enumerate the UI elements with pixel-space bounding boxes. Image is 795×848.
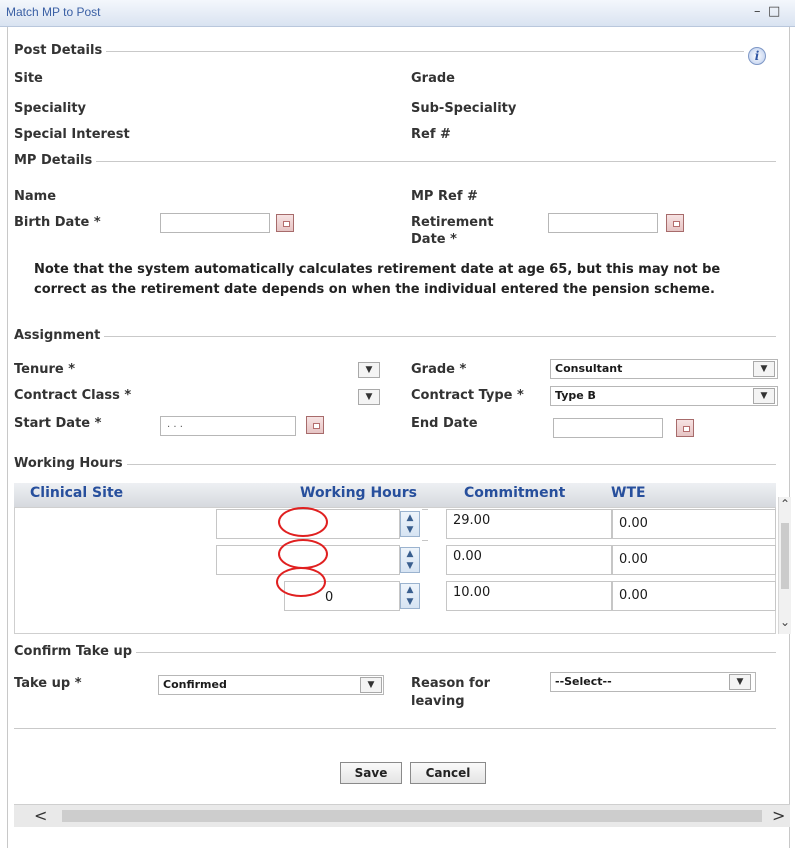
ref-label: Ref #: [411, 127, 451, 142]
retirement-note: Note that the system automatically calcu…: [34, 260, 784, 300]
column-header-commitment[interactable]: Commitment: [464, 485, 565, 501]
commitment-cell: 0.00: [446, 545, 612, 575]
take-up-select[interactable]: Confirmed: [158, 675, 384, 695]
site-label: Site: [14, 71, 43, 86]
retirement-date-label-line2: Date *: [411, 232, 457, 247]
spinner-icon[interactable]: ▲ ▼: [400, 511, 420, 537]
birth-date-input[interactable]: [160, 213, 270, 233]
chevron-down-icon[interactable]: ▼: [729, 674, 751, 690]
calendar-icon[interactable]: [306, 416, 324, 434]
special-interest-label: Special Interest: [14, 127, 130, 142]
post-grade-label: Grade: [411, 71, 455, 86]
chevron-down-icon[interactable]: ▼: [358, 389, 380, 405]
calendar-icon[interactable]: [276, 214, 294, 232]
cancel-button[interactable]: Cancel: [410, 762, 486, 784]
assignment-heading: Assignment: [14, 328, 105, 343]
retirement-date-label-line1: Retirement: [411, 215, 494, 230]
chevron-left-icon[interactable]: <: [34, 806, 47, 825]
reason-for-leaving-select[interactable]: --Select--: [550, 672, 756, 692]
post-details-heading: Post Details: [14, 43, 107, 58]
section-divider: [14, 464, 776, 465]
section-divider: [14, 728, 776, 729]
take-up-select-value: Confirmed: [163, 678, 227, 691]
note-line: Note that the system automatically calcu…: [34, 262, 721, 277]
section-divider: [14, 161, 776, 162]
mp-ref-label: MP Ref #: [411, 189, 478, 204]
confirm-take-up-heading: Confirm Take up: [14, 644, 137, 659]
chevron-down-icon[interactable]: ▼: [753, 388, 775, 404]
grade-select[interactable]: Consultant: [550, 359, 778, 379]
contract-class-label: Contract Class *: [14, 388, 132, 403]
start-date-label: Start Date *: [14, 416, 102, 431]
chevron-down-icon[interactable]: ⌄: [780, 615, 790, 629]
chevron-right-icon[interactable]: >: [772, 806, 785, 825]
scrollbar-thumb[interactable]: [62, 810, 762, 822]
grid-header: Clinical Site Working Hours Commitment W…: [14, 483, 776, 508]
reason-for-leaving-label-line2: leaving: [411, 694, 465, 709]
dialog-frame: [7, 27, 790, 848]
name-label: Name: [14, 189, 57, 204]
note-line: correct as the retirement date depends o…: [34, 282, 715, 297]
grid-vertical-scrollbar[interactable]: ⌃ ⌄: [778, 497, 791, 634]
speciality-label: Speciality: [14, 101, 87, 116]
column-header-wte[interactable]: WTE: [611, 485, 646, 501]
highlight-oval: [276, 567, 326, 597]
end-date-input[interactable]: [553, 418, 663, 438]
wte-cell: 0.00: [612, 509, 776, 539]
horizontal-scrollbar[interactable]: < >: [14, 804, 790, 827]
calendar-icon[interactable]: [676, 419, 694, 437]
commitment-cell: 29.00: [446, 509, 612, 539]
chevron-down-icon[interactable]: ▼: [360, 677, 382, 693]
wte-cell: 0.00: [612, 545, 776, 575]
mp-details-heading: MP Details: [14, 153, 97, 168]
table-row[interactable]: 0 ▲ ▼ 10.00 0.00: [14, 567, 776, 615]
end-date-label: End Date: [411, 416, 478, 431]
window-title: Match MP to Post: [6, 5, 101, 19]
wte-cell: 0.00: [612, 581, 776, 611]
contract-type-select[interactable]: Type B: [550, 386, 778, 406]
chevron-down-icon[interactable]: ▼: [753, 361, 775, 377]
birth-date-label: Birth Date *: [14, 215, 101, 230]
take-up-label: Take up *: [14, 676, 82, 691]
chevron-up-icon[interactable]: ⌃: [780, 497, 790, 511]
cell-spacer: [422, 509, 428, 541]
start-date-input[interactable]: . . .: [160, 416, 296, 436]
calendar-icon[interactable]: [666, 214, 684, 232]
section-divider: [14, 51, 744, 52]
reason-select-value: --Select--: [555, 675, 612, 688]
table-row[interactable]: ▲ ▼ 0.00 0.00: [14, 539, 776, 579]
tenure-label: Tenure *: [14, 362, 76, 377]
grade-select-value: Consultant: [555, 362, 623, 375]
highlight-oval: [278, 539, 328, 569]
highlight-oval: [278, 507, 328, 537]
info-icon[interactable]: i: [748, 47, 766, 65]
chevron-down-icon[interactable]: ▼: [358, 362, 380, 378]
scrollbar-thumb[interactable]: [781, 523, 789, 589]
table-row[interactable]: ▲ ▼ 29.00 0.00: [14, 507, 776, 543]
contract-type-select-value: Type B: [555, 389, 596, 402]
reason-for-leaving-label-line1: Reason for: [411, 676, 491, 691]
maximize-button[interactable]: □: [768, 4, 780, 19]
save-button[interactable]: Save: [340, 762, 402, 784]
window-titlebar: Match MP to Post – □: [0, 0, 795, 27]
sub-speciality-label: Sub-Speciality: [411, 101, 517, 116]
commitment-cell: 10.00: [446, 581, 612, 611]
grade-label: Grade *: [411, 362, 467, 377]
minimize-button[interactable]: –: [754, 4, 761, 19]
contract-type-label: Contract Type *: [411, 388, 524, 403]
spinner-icon[interactable]: ▲ ▼: [400, 547, 420, 573]
spinner-icon[interactable]: ▲ ▼: [400, 583, 420, 609]
column-header-working-hours[interactable]: Working Hours: [300, 485, 417, 501]
column-header-clinical-site[interactable]: Clinical Site: [30, 485, 123, 501]
retirement-date-input[interactable]: [548, 213, 658, 233]
working-hours-heading: Working Hours: [14, 456, 127, 471]
section-divider: [14, 336, 776, 337]
